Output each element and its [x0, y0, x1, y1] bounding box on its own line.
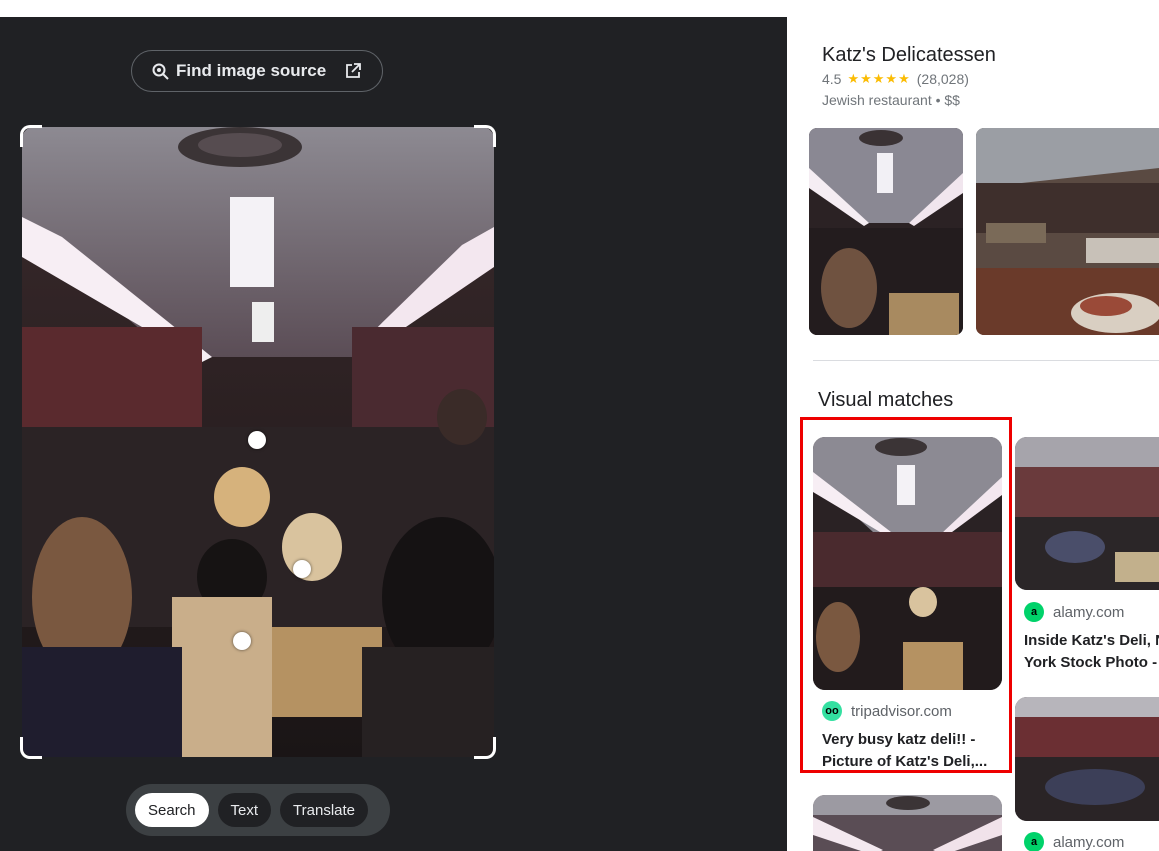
result-title-line: Very busy katz deli!! -: [822, 731, 976, 748]
result-source-name: alamy.com: [1053, 833, 1125, 851]
review-count[interactable]: (28,028): [917, 71, 969, 87]
lens-image-panel: Find image source Search Text Translate: [0, 17, 787, 851]
result-source-name: tripadvisor.com: [851, 702, 952, 720]
selected-image-region[interactable]: [20, 125, 496, 759]
place-photo[interactable]: [976, 128, 1159, 335]
lens-mode-switcher: Search Text Translate: [126, 784, 390, 836]
mode-translate-button[interactable]: Translate: [280, 793, 369, 827]
object-dot[interactable]: [233, 632, 251, 650]
crop-handle-top-right[interactable]: [474, 125, 496, 147]
result-title-line: York Stock Photo -: [1024, 654, 1158, 671]
object-dot[interactable]: [248, 431, 266, 449]
visual-matches-heading: Visual matches: [818, 389, 954, 411]
result-source[interactable]: a alamy.com: [1024, 602, 1124, 622]
mode-search-button[interactable]: Search: [135, 793, 209, 827]
place-category: Jewish restaurant • $$: [822, 92, 960, 108]
object-dot[interactable]: [293, 560, 311, 578]
star-rating-icon: ★★★★★: [847, 71, 911, 86]
alamy-icon: a: [1024, 602, 1044, 622]
mode-text-button[interactable]: Text: [217, 793, 272, 827]
visual-match-image[interactable]: [1015, 697, 1159, 821]
visual-match-image[interactable]: [813, 437, 1002, 690]
result-title-line: Inside Katz's Deli, N: [1024, 632, 1159, 649]
top-strip: [0, 0, 1159, 17]
place-photo[interactable]: [809, 128, 963, 335]
section-divider: [813, 360, 1159, 361]
result-source[interactable]: oo tripadvisor.com: [822, 701, 952, 721]
open-external-icon: [346, 63, 362, 78]
crop-handle-bottom-right[interactable]: [474, 737, 496, 759]
visual-match-image[interactable]: [813, 795, 1002, 851]
crop-handle-bottom-left[interactable]: [20, 737, 42, 759]
place-name[interactable]: Katz's Delicatessen: [822, 44, 996, 67]
result-source[interactable]: a alamy.com: [1024, 832, 1124, 851]
results-panel: Katz's Delicatessen 4.5 ★★★★★ (28,028) J…: [787, 17, 1159, 851]
place-rating-row: 4.5 ★★★★★ (28,028): [822, 71, 969, 87]
result-source-name: alamy.com: [1053, 603, 1125, 621]
find-image-source-label: Find image source: [176, 61, 327, 80]
visual-match-image[interactable]: [1015, 437, 1159, 590]
alamy-icon: a: [1024, 832, 1044, 851]
find-image-source-button[interactable]: Find image source: [131, 50, 383, 92]
result-title-line: Picture of Katz's Deli,...: [822, 753, 988, 770]
result-title[interactable]: Inside Katz's Deli, N York Stock Photo -: [1024, 630, 1159, 674]
rating-value: 4.5: [822, 71, 842, 87]
tripadvisor-icon: oo: [822, 701, 842, 721]
result-title[interactable]: Very busy katz deli!! - Picture of Katz'…: [822, 729, 1002, 773]
lens-search-icon: [152, 63, 169, 80]
crop-handle-top-left[interactable]: [20, 125, 42, 147]
